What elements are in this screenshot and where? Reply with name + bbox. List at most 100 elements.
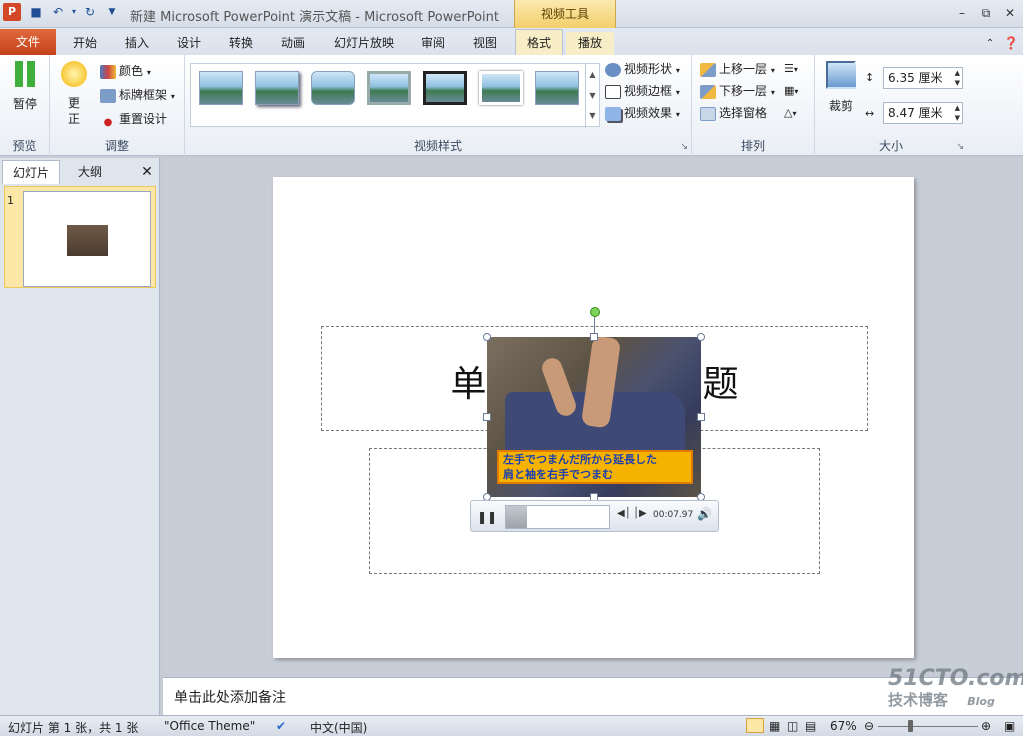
width-field[interactable]: 8.47 厘米 ▲ ▼ <box>883 102 963 124</box>
slide-sorter-icon[interactable]: ▦ <box>769 719 780 733</box>
selection-pane-label: 选择窗格 <box>719 106 768 120</box>
tab-view[interactable]: 视图 <box>462 32 508 55</box>
spinner-arrows-icon[interactable]: ▲ ▼ <box>955 103 960 123</box>
slideshow-icon[interactable]: ▤ <box>805 719 816 733</box>
spell-check-icon[interactable]: ✔ <box>276 719 286 733</box>
crop-label: 裁剪 <box>828 99 853 113</box>
normal-view-icon[interactable] <box>746 718 764 733</box>
resize-handle[interactable] <box>697 333 705 341</box>
height-field[interactable]: 6.35 厘米 ▲ ▼ <box>883 67 963 89</box>
close-icon[interactable]: ✕ <box>998 3 1022 23</box>
crop-button[interactable]: 裁剪 <box>821 59 861 114</box>
pause-icon[interactable]: ❚❚ <box>477 508 497 526</box>
tab-playback[interactable]: 播放 <box>566 32 614 55</box>
collapse-ribbon-icon[interactable]: ⌃ <box>982 32 998 55</box>
tab-review[interactable]: 审阅 <box>410 32 456 55</box>
video-shape-button[interactable]: 视频形状 ▾ <box>605 59 680 79</box>
zoom-slider-knob[interactable] <box>908 720 913 732</box>
video-shape-label: 视频形状 <box>624 62 673 76</box>
dropdown-arrow-icon: ▾ <box>170 92 175 101</box>
scroll-down-icon[interactable]: ▼ <box>586 85 599 106</box>
adjust-group: 更正 颜色 ▾ 标牌框架 ▾ ● 重置设计 调整 <box>50 55 185 156</box>
seek-forward-icon[interactable]: │▶ <box>633 508 647 519</box>
powerpoint-logo-icon[interactable]: P <box>3 3 21 21</box>
rotate-button[interactable]: △▾ <box>784 103 796 123</box>
reading-view-icon[interactable]: ◫ <box>787 719 798 733</box>
zoom-out-icon[interactable]: ⊖ <box>864 719 874 733</box>
zoom-level[interactable]: 67% <box>830 719 857 733</box>
resize-handle[interactable] <box>697 413 705 421</box>
notes-placeholder: 单击此处添加备注 <box>174 690 286 706</box>
zoom-slider[interactable] <box>878 726 978 727</box>
resize-handle[interactable] <box>483 413 491 421</box>
video-frame[interactable]: 左手でつまんだ所から延長した 肩と袖を右手でつまむ <box>487 337 701 497</box>
color-button[interactable]: 颜色 ▾ <box>100 61 151 81</box>
video-styles-group: ▲ ▼ ▼ 视频形状 ▾ 视频边框 ▾ 视频效果 ▾ 视频样式 ↘ <box>185 55 692 156</box>
dropdown-arrow-icon: ▾ <box>675 110 680 119</box>
tab-animations[interactable]: 动画 <box>270 32 316 55</box>
group-button[interactable]: ▦▾ <box>784 81 798 101</box>
send-backward-button[interactable]: 下移一层 ▾ <box>700 81 775 101</box>
tab-outline[interactable]: 大纲 <box>62 160 118 184</box>
resize-handle[interactable] <box>590 333 598 341</box>
watermark: 51CTO.com 技术博客 Blog <box>888 667 1023 711</box>
tab-insert[interactable]: 插入 <box>114 32 160 55</box>
video-border-button[interactable]: 视频边框 ▾ <box>605 81 680 101</box>
selection-pane-button[interactable]: 选择窗格 <box>700 103 767 123</box>
tab-transitions[interactable]: 转换 <box>218 32 264 55</box>
dialog-launcher-icon[interactable]: ↘ <box>956 142 964 152</box>
status-bar: 幻灯片 第 1 张，共 1 张 "Office Theme" ✔ 中文(中国) … <box>0 715 1023 736</box>
zoom-in-icon[interactable]: ⊕ <box>981 719 991 733</box>
slide-number: 1 <box>7 194 14 207</box>
tab-slideshow[interactable]: 幻灯片放映 <box>322 32 406 55</box>
tab-slides[interactable]: 幻灯片 <box>2 160 60 184</box>
tab-file[interactable]: 文件 <box>0 29 56 55</box>
resize-handle[interactable] <box>483 333 491 341</box>
reset-design-button[interactable]: ● 重置设计 <box>100 109 167 129</box>
slide-thumbnail[interactable] <box>23 191 151 287</box>
media-controls: ❚❚ ◀│ │▶ 00:07.97 🔊 <box>470 500 719 532</box>
save-icon[interactable]: ■ <box>28 4 44 20</box>
tab-home[interactable]: 开始 <box>62 32 108 55</box>
gallery-more-icon[interactable]: ▼ <box>586 106 599 126</box>
video-style-thumb[interactable] <box>311 71 355 105</box>
rotation-handle[interactable] <box>590 307 600 317</box>
minimize-icon[interactable]: – <box>950 3 974 23</box>
correct-button[interactable]: 更正 <box>56 59 92 127</box>
customize-quick-access-icon[interactable]: ▼ <box>104 4 120 20</box>
undo-icon[interactable]: ↶ <box>50 4 66 20</box>
tab-format[interactable]: 格式 <box>515 29 563 56</box>
volume-icon[interactable]: 🔊 <box>697 507 712 521</box>
video-style-thumb[interactable] <box>535 71 579 105</box>
video-style-thumb[interactable] <box>367 71 411 105</box>
bring-forward-button[interactable]: 上移一层 ▾ <box>700 59 775 79</box>
help-icon[interactable]: ❓ <box>1002 32 1020 55</box>
window-title: 新建 Microsoft PowerPoint 演示文稿 - Microsoft… <box>130 10 499 25</box>
language[interactable]: 中文(中国) <box>310 719 367 736</box>
seek-back-icon[interactable]: ◀│ <box>617 508 631 519</box>
close-pane-icon[interactable]: ✕ <box>136 160 158 184</box>
gallery-scroll[interactable]: ▲ ▼ ▼ <box>585 64 599 128</box>
ribbon-tab-row: 文件 开始 插入 设计 转换 动画 幻灯片放映 审阅 视图 格式 播放 ⌃ ❓ <box>0 28 1023 56</box>
tab-design[interactable]: 设计 <box>166 32 212 55</box>
scroll-up-icon[interactable]: ▲ <box>586 64 599 85</box>
video-style-thumb[interactable] <box>255 71 299 105</box>
theme-name[interactable]: "Office Theme" <box>164 719 255 733</box>
video-style-thumb[interactable] <box>199 71 243 105</box>
spinner-arrows-icon[interactable]: ▲ ▼ <box>955 68 960 88</box>
dialog-launcher-icon[interactable]: ↘ <box>680 142 688 152</box>
dropdown-arrow-icon: ▾ <box>675 66 680 75</box>
video-style-thumb[interactable] <box>423 71 467 105</box>
video-effects-button[interactable]: 视频效果 ▾ <box>605 103 680 123</box>
video-style-thumb[interactable] <box>479 71 523 105</box>
watermark-line2: 技术博客 Blog <box>888 691 1020 711</box>
progress-bar[interactable] <box>505 505 610 529</box>
undo-dropdown-icon[interactable]: ▾ <box>66 4 82 20</box>
restore-icon[interactable]: ⧉ <box>974 3 998 23</box>
fit-to-window-icon[interactable]: ▣ <box>1004 719 1015 733</box>
width-value: 8.47 厘米 <box>888 106 943 120</box>
redo-icon[interactable]: ↻ <box>82 4 98 20</box>
poster-frame-button[interactable]: 标牌框架 ▾ <box>100 85 175 105</box>
align-button[interactable]: ☰▾ <box>784 59 798 79</box>
pause-button[interactable]: 暂停 <box>4 61 46 112</box>
